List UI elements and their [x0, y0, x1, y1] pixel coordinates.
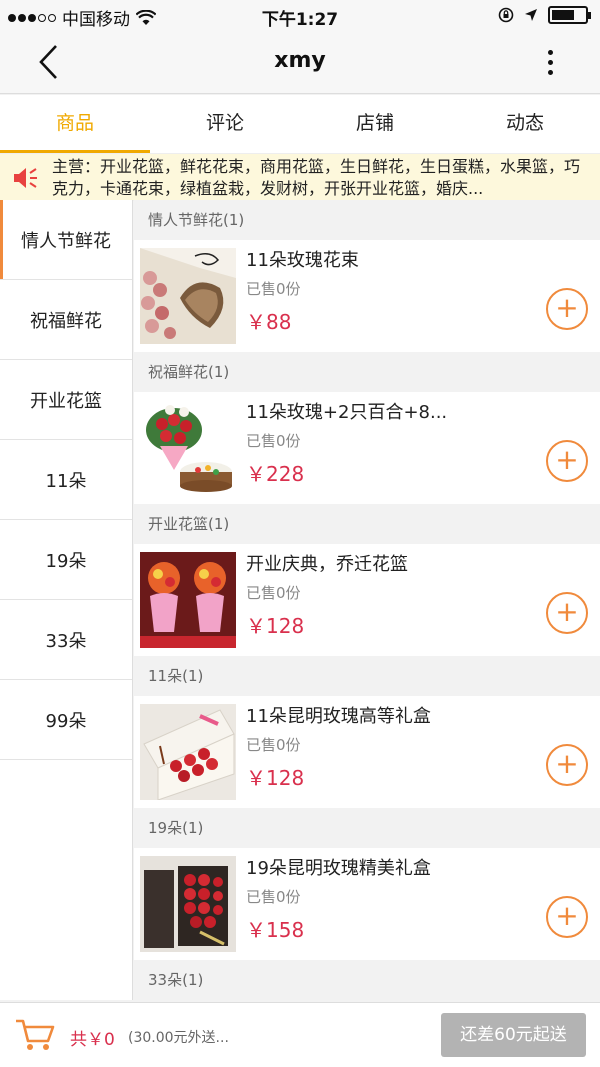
product-sold: 已售0份	[246, 888, 301, 906]
chevron-left-icon	[39, 45, 57, 79]
shopping-cart-icon[interactable]	[14, 1017, 56, 1053]
section-header: 开业花篮(1)	[148, 515, 230, 533]
status-bar: 中国移动 下午1:27	[0, 0, 600, 30]
plus-icon: +	[555, 747, 579, 780]
product-name: 开业庆典，乔迁花篮	[246, 554, 408, 575]
tab-reviews[interactable]: 评论	[150, 95, 300, 153]
product-image	[140, 704, 236, 800]
add-to-cart-button[interactable]: +	[546, 896, 588, 938]
product-price: ￥128	[246, 766, 305, 790]
plus-icon: +	[555, 443, 579, 476]
add-to-cart-button[interactable]: +	[546, 744, 588, 786]
sidebar-item-blessing[interactable]: 祝福鲜花	[0, 280, 132, 360]
add-to-cart-button[interactable]: +	[546, 288, 588, 330]
category-sidebar: 情人节鲜花 祝福鲜花 开业花篮 11朵 19朵 33朵 99朵	[0, 200, 133, 1000]
product-price: ￥228	[246, 462, 305, 486]
product-price: ￥128	[246, 614, 305, 638]
more-dot-icon	[547, 49, 553, 55]
back-button[interactable]	[28, 42, 68, 82]
plus-icon: +	[555, 899, 579, 932]
product-image	[140, 856, 236, 952]
product-name: 11朵昆明玫瑰高等礼盒	[246, 706, 431, 727]
roses-white-box-image	[140, 704, 236, 800]
tab-shop[interactable]: 店铺	[300, 95, 450, 153]
page-title: xmy	[274, 48, 326, 73]
section-header: 19朵(1)	[148, 819, 204, 837]
section-header: 33朵(1)	[148, 971, 204, 989]
battery-icon	[548, 6, 591, 24]
product-list[interactable]: 情人节鲜花(1) 11朵玫瑰花束 已售0份 ￥88 + 祝福鲜花(1) 11朵玫…	[134, 200, 600, 1000]
product-price: ￥88	[246, 310, 292, 334]
shop-notice: 主营：开业花篮，鲜花花束，商用花篮，生日鲜花，生日蛋糕，水果篮，巧克力，卡通花束…	[0, 153, 600, 201]
roses-dark-box-image	[140, 856, 236, 952]
product-name: 19朵昆明玫瑰精美礼盒	[246, 858, 431, 879]
sidebar-item-99[interactable]: 99朵	[0, 680, 132, 760]
opening-baskets-image	[140, 552, 236, 648]
product-image	[140, 400, 236, 496]
rose-bouquet-image	[140, 248, 236, 344]
status-right	[498, 6, 591, 24]
add-to-cart-button[interactable]: +	[546, 440, 588, 482]
tab-updates[interactable]: 动态	[450, 95, 600, 153]
cart-total: 共￥0	[70, 1030, 115, 1050]
rotation-lock-icon	[498, 7, 514, 23]
sidebar-item-33[interactable]: 33朵	[0, 600, 132, 680]
plus-icon: +	[555, 291, 579, 324]
sidebar-item-opening[interactable]: 开业花篮	[0, 360, 132, 440]
product-card[interactable]: 开业庆典，乔迁花篮 已售0份 ￥128 +	[134, 544, 600, 656]
cart-bar: 共￥0 (30.00元外送... 还差60元起送	[0, 1002, 600, 1067]
checkout-button[interactable]: 还差60元起送	[441, 1013, 586, 1057]
product-price: ￥158	[246, 918, 305, 942]
add-to-cart-button[interactable]: +	[546, 592, 588, 634]
plus-icon: +	[555, 595, 579, 628]
product-image	[140, 248, 236, 344]
nav-bar: xmy	[0, 30, 600, 94]
product-sold: 已售0份	[246, 584, 301, 602]
sidebar-item-valentine[interactable]: 情人节鲜花	[0, 200, 132, 280]
product-card[interactable]: 11朵昆明玫瑰高等礼盒 已售0份 ￥128 +	[134, 696, 600, 808]
product-name: 11朵玫瑰花束	[246, 250, 359, 271]
notice-text: 主营：开业花篮，鲜花花束，商用花篮，生日鲜花，生日蛋糕，水果篮，巧克力，卡通花束…	[52, 157, 581, 198]
product-card[interactable]: 11朵玫瑰花束 已售0份 ￥88 +	[134, 240, 600, 352]
more-options-button[interactable]	[530, 42, 570, 82]
sidebar-item-19[interactable]: 19朵	[0, 520, 132, 600]
sidebar-item-11[interactable]: 11朵	[0, 440, 132, 520]
product-card[interactable]: 11朵玫瑰+2只百合+8... 已售0份 ￥228 +	[134, 392, 600, 504]
section-header: 11朵(1)	[148, 667, 204, 685]
product-image	[140, 552, 236, 648]
delivery-fee: (30.00元外送...	[128, 1030, 229, 1046]
section-header: 祝福鲜花(1)	[148, 363, 230, 381]
product-card[interactable]: 19朵昆明玫瑰精美礼盒 已售0份 ￥158 +	[134, 848, 600, 960]
location-icon	[525, 9, 537, 21]
speaker-icon	[14, 168, 37, 188]
section-header: 情人节鲜花(1)	[148, 211, 245, 229]
product-sold: 已售0份	[246, 280, 301, 298]
product-sold: 已售0份	[246, 432, 301, 450]
tab-bar: 商品 评论 店铺 动态	[0, 95, 600, 153]
product-sold: 已售0份	[246, 736, 301, 754]
tab-products[interactable]: 商品	[0, 95, 150, 153]
product-name: 11朵玫瑰+2只百合+8...	[246, 402, 448, 423]
flowers-and-cake-image	[140, 400, 236, 496]
